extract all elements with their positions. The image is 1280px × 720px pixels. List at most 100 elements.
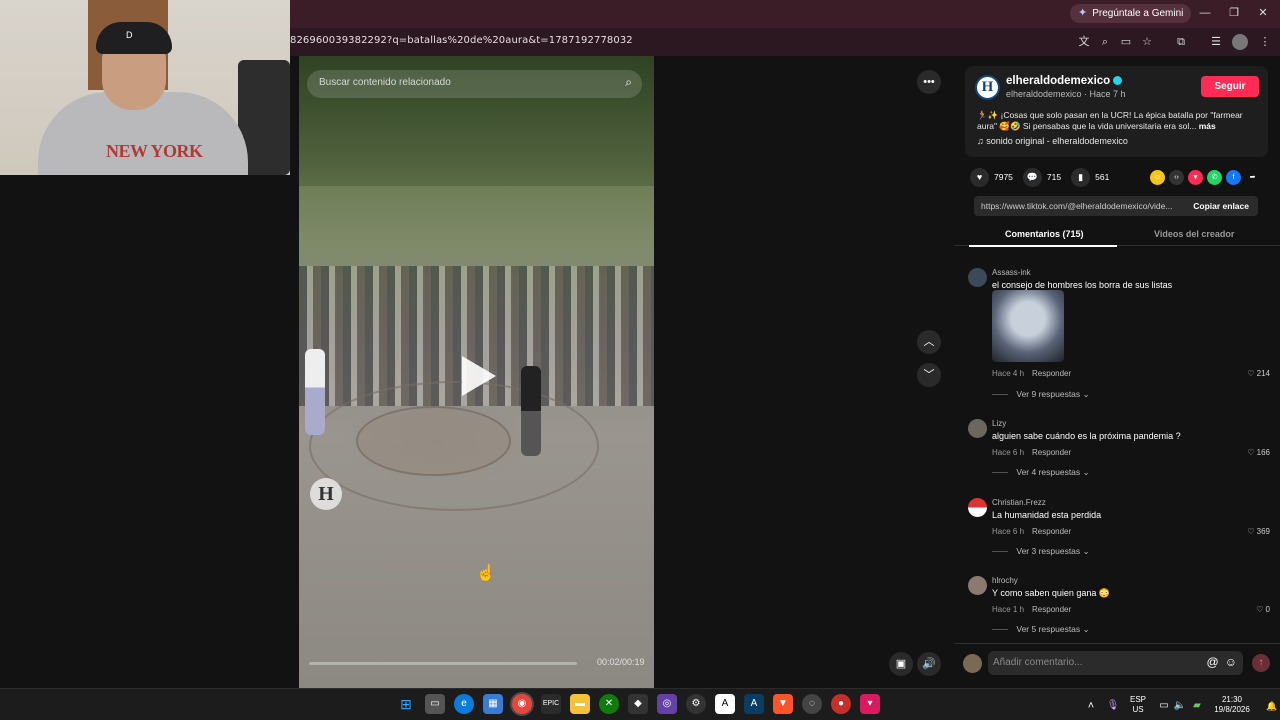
maximize-icon[interactable]: ❐ <box>1224 4 1244 22</box>
repost-icon[interactable]: ☺ <box>1150 170 1165 185</box>
reading-list-icon[interactable]: ☰ <box>1208 34 1224 50</box>
keyboard-language[interactable]: ESP US <box>1127 695 1149 715</box>
follow-button[interactable]: Seguir <box>1201 76 1259 97</box>
comment-like[interactable]: ♡ 214 <box>1247 369 1270 378</box>
whatsapp-icon[interactable]: ✆ <box>1207 170 1222 185</box>
miniplayer-icon[interactable]: ▣ <box>889 652 913 676</box>
comment-stat[interactable]: 💬 715 <box>1022 167 1061 187</box>
commenter-avatar[interactable] <box>968 419 987 438</box>
view-replies-button[interactable]: Ver 5 respuestas ⌄ <box>992 624 1089 635</box>
comment-username[interactable]: hlrochy <box>992 576 1018 585</box>
reply-button[interactable]: Responder <box>1032 369 1071 378</box>
app-pink-icon[interactable]: ▾ <box>860 694 880 714</box>
gemini-button[interactable]: ✦ Pregúntale a Gemini <box>1070 4 1192 23</box>
app-a-icon[interactable]: A <box>715 694 735 714</box>
microphone-icon[interactable]: 🎙 <box>1103 696 1123 716</box>
previous-video-icon[interactable]: ︿ <box>917 330 941 354</box>
bookmark-icon[interactable]: ▮ <box>1071 167 1091 187</box>
sound-info[interactable]: ♫ sonido original - elheraldodemexico <box>977 136 1128 146</box>
xbox-icon[interactable]: ✕ <box>599 694 619 714</box>
app-circle-icon[interactable]: ◌ <box>802 694 822 714</box>
comment-username[interactable]: Christian.Frezz <box>992 498 1046 507</box>
related-search-input[interactable]: Buscar contenido relacionado ⌕ <box>307 70 642 98</box>
heart-outline-icon[interactable]: ♡ <box>1247 369 1254 378</box>
comment-like[interactable]: ♡ 166 <box>1247 448 1270 457</box>
close-icon[interactable]: ✕ <box>1253 4 1273 22</box>
epic-games-icon[interactable]: EPIC <box>541 694 561 714</box>
url-text[interactable]: 826960039382292?q=batallas%20de%20aura&t… <box>290 35 633 46</box>
view-replies-button[interactable]: Ver 9 respuestas ⌄ <box>992 389 1090 400</box>
video-scene-person-left <box>305 349 325 435</box>
browser-menu-icon[interactable]: ⋮ <box>1257 34 1273 50</box>
minimize-icon[interactable]: — <box>1195 4 1215 22</box>
commenter-avatar[interactable] <box>968 498 987 517</box>
more-options-icon[interactable]: ••• <box>917 70 941 94</box>
heart-outline-icon[interactable]: ♡ <box>1256 605 1263 614</box>
reply-button[interactable]: Responder <box>1032 448 1071 457</box>
brave-icon[interactable]: ▼ <box>773 694 793 714</box>
edge-icon[interactable]: e <box>454 694 474 714</box>
comment-like[interactable]: ♡ 369 <box>1247 527 1270 536</box>
stream-app-icon[interactable]: ◎ <box>657 694 677 714</box>
file-explorer-icon[interactable]: ▬ <box>570 694 590 714</box>
video-time: 00:02/00:19 <box>597 657 645 667</box>
extensions-icon[interactable]: ⧉ <box>1173 34 1189 50</box>
reply-button[interactable]: Responder <box>1032 605 1071 614</box>
send-to-friend-icon[interactable]: ▼ <box>1188 170 1203 185</box>
search-icon[interactable]: ⌕ <box>625 75 632 90</box>
task-view-icon[interactable]: ▭ <box>425 694 445 714</box>
comment-username[interactable]: Lizy <box>992 419 1006 428</box>
cast-icon[interactable]: ▭ <box>1118 34 1134 50</box>
tray-expand-icon[interactable]: ˄ <box>1081 696 1101 716</box>
send-comment-icon[interactable]: ↑ <box>1252 654 1270 672</box>
store-icon[interactable]: ▦ <box>483 694 503 714</box>
creator-username[interactable]: elheraldodemexico <box>1006 75 1123 87</box>
facebook-icon[interactable]: f <box>1226 170 1241 185</box>
emoji-icon[interactable]: ☺ <box>1225 655 1237 669</box>
chrome-icon[interactable]: ◉ <box>512 694 532 714</box>
save-stat[interactable]: ▮ 561 <box>1071 167 1109 187</box>
comment-input[interactable]: Añadir comentario... @ ☺ <box>988 651 1243 675</box>
tab-comments[interactable]: Comentarios (715) <box>1005 229 1084 239</box>
play-icon[interactable] <box>462 356 496 396</box>
app-launcher-icon[interactable]: A <box>744 694 764 714</box>
chevron-down-icon: ⌄ <box>1082 389 1090 399</box>
video-progress-bar[interactable] <box>309 662 577 665</box>
heart-outline-icon[interactable]: ♡ <box>1247 448 1254 457</box>
comment-input-placeholder: Añadir comentario... <box>993 657 1083 668</box>
share-link-url[interactable]: https://www.tiktok.com/@elheraldodemexic… <box>981 201 1181 211</box>
comment-like[interactable]: ♡ 0 <box>1256 605 1270 614</box>
mention-icon[interactable]: @ <box>1207 655 1219 669</box>
creator-avatar[interactable]: H <box>975 75 1000 100</box>
like-stat[interactable]: ♥ 7975 <box>970 167 1013 187</box>
heart-icon[interactable]: ♥ <box>970 167 989 187</box>
tab-creator-videos[interactable]: Videos del creador <box>1154 229 1234 239</box>
windows-start-icon[interactable]: ⊞ <box>396 694 416 714</box>
clock-time: 21:30 <box>1221 695 1243 704</box>
clock-date: 19/8/2026 <box>1214 705 1250 714</box>
zoom-icon[interactable]: ⌕ <box>1097 34 1113 50</box>
notifications-icon[interactable]: 🔔 <box>1262 696 1280 716</box>
view-replies-button[interactable]: Ver 3 respuestas ⌄ <box>992 546 1089 557</box>
comment-username[interactable]: Assass-ink <box>992 268 1031 277</box>
heart-outline-icon[interactable]: ♡ <box>1247 527 1254 536</box>
commenter-avatar[interactable] <box>968 576 987 595</box>
app-icon[interactable]: ◆ <box>628 694 648 714</box>
clock[interactable]: 21:30 19/8/2026 <box>1210 695 1254 715</box>
translate-icon[interactable]: 文 <box>1076 34 1092 50</box>
copy-link-button[interactable]: Copiar enlace <box>1193 201 1249 211</box>
app-red-icon[interactable]: ● <box>831 694 851 714</box>
steam-icon[interactable]: ⚙ <box>686 694 706 714</box>
comment-icon[interactable]: 💬 <box>1022 167 1042 187</box>
embed-icon[interactable]: ‹› <box>1169 170 1184 185</box>
commenter-avatar[interactable] <box>968 268 987 287</box>
next-video-icon[interactable]: ﹀ <box>917 363 941 387</box>
reply-button[interactable]: Responder <box>1032 527 1071 536</box>
view-replies-button[interactable]: Ver 4 respuestas ⌄ <box>992 467 1089 478</box>
share-arrow-icon[interactable]: ➦ <box>1245 170 1260 185</box>
bookmark-star-icon[interactable]: ☆ <box>1139 34 1155 50</box>
battery-icon[interactable]: ▰ <box>1187 696 1207 716</box>
more-link[interactable]: más <box>1199 121 1216 131</box>
volume-icon[interactable]: 🔊 <box>917 652 941 676</box>
profile-avatar-icon[interactable] <box>1232 34 1248 50</box>
